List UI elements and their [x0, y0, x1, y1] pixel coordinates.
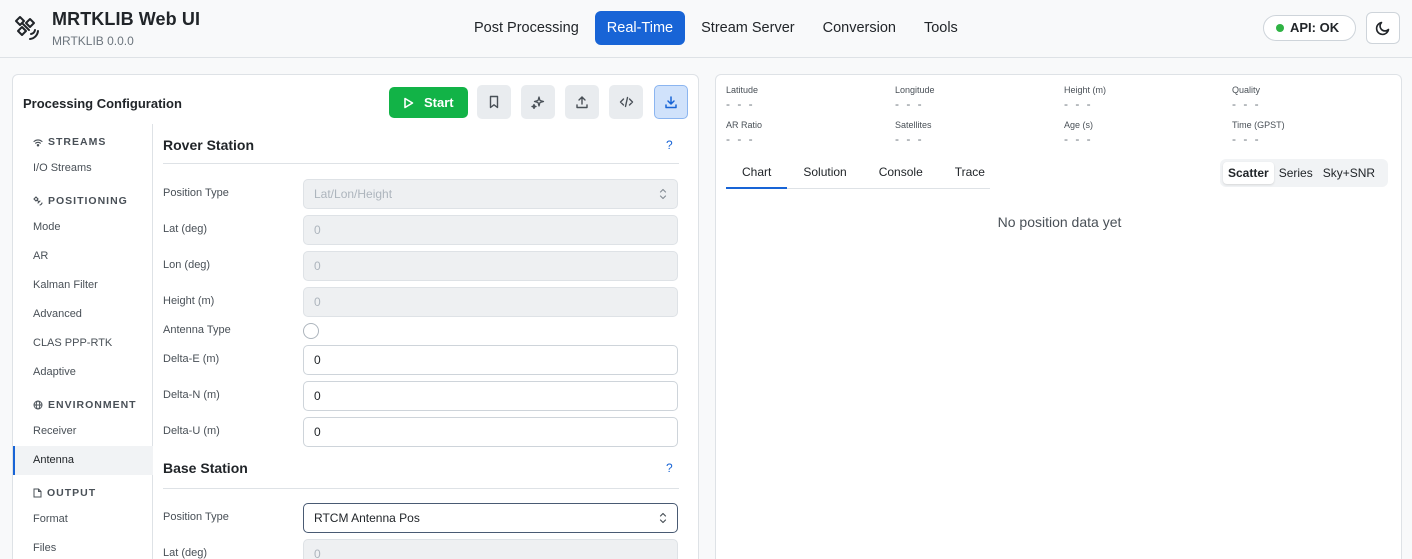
sidebar-item-adaptive[interactable]: Adaptive [13, 358, 153, 387]
download-button[interactable] [654, 85, 688, 119]
config-sidebar: STREAMS I/O Streams POSITIONING Mode AR … [13, 124, 153, 559]
sidebar-item-receiver[interactable]: Receiver [13, 417, 153, 446]
start-button[interactable]: Start [389, 87, 468, 118]
stat-ar-ratio: AR Ratio - - - [726, 120, 763, 146]
nav-stream-server[interactable]: Stream Server [689, 11, 806, 45]
top-header: MRTKLIB Web UI MRTKLIB 0.0.0 Post Proces… [0, 0, 1412, 58]
sidebar-item-ar[interactable]: AR [13, 242, 153, 271]
stat-quality: Quality - - - [1232, 85, 1261, 111]
divider [163, 488, 679, 489]
globe-icon [33, 400, 43, 410]
realtime-monitor-card: Latitude - - - Longitude - - - Height (m… [715, 74, 1402, 559]
rover-height-label: Height (m) [163, 295, 215, 307]
nav-real-time[interactable]: Real-Time [594, 11, 686, 45]
rover-lon-input[interactable]: 0 [303, 251, 678, 281]
stat-age: Age (s) - - - [1064, 120, 1094, 146]
nav-conversion[interactable]: Conversion [811, 11, 908, 45]
sidebar-item-mode[interactable]: Mode [13, 213, 153, 242]
rover-lat-label: Lat (deg) [163, 223, 208, 235]
sidebar-item-kalman-filter[interactable]: Kalman Filter [13, 271, 153, 300]
code-view-button[interactable] [609, 85, 643, 119]
base-lat-input[interactable]: 0 [303, 539, 678, 559]
base-position-type-select[interactable]: RTCM Antenna Pos [303, 503, 678, 533]
view-series[interactable]: Series [1274, 162, 1318, 184]
section-output: OUTPUT [33, 487, 96, 499]
base-position-type-label: Position Type [163, 511, 229, 523]
base-station-title: Base Station [163, 460, 248, 476]
divider [163, 163, 679, 164]
wifi-icon [33, 138, 43, 147]
app-title: MRTKLIB Web UI [52, 9, 201, 29]
delta-n-label: Delta-N (m) [163, 389, 220, 401]
satellite-icon [33, 196, 43, 206]
upload-icon [576, 96, 588, 109]
sidebar-item-files[interactable]: Files [13, 534, 153, 559]
moon-icon [1375, 21, 1390, 36]
card-title: Processing Configuration [23, 96, 182, 111]
rover-lat-input[interactable]: 0 [303, 215, 678, 245]
tab-trace[interactable]: Trace [939, 159, 1001, 189]
tab-solution[interactable]: Solution [787, 159, 862, 189]
auto-config-button[interactable] [521, 85, 555, 119]
chevron-updown-icon [659, 188, 667, 200]
section-streams: STREAMS [33, 136, 106, 148]
bookmark-icon [489, 95, 499, 109]
base-lat-label: Lat (deg) [163, 547, 208, 559]
section-environment: ENVIRONMENT [33, 399, 137, 411]
sparkles-icon [531, 96, 545, 109]
sidebar-item-advanced[interactable]: Advanced [13, 300, 153, 329]
app-version: MRTKLIB 0.0.0 [52, 34, 134, 48]
sidebar-item-format[interactable]: Format [13, 505, 153, 534]
nav-post-processing[interactable]: Post Processing [462, 11, 591, 45]
view-sky-snr[interactable]: Sky+SNR [1318, 162, 1380, 184]
tab-chart[interactable]: Chart [726, 159, 788, 189]
code-icon [619, 96, 633, 108]
stat-longitude: Longitude - - - [895, 85, 935, 111]
section-positioning: POSITIONING [33, 195, 128, 207]
monitor-tabs: Chart Solution Console Trace [726, 159, 990, 189]
rover-lon-label: Lon (deg) [163, 259, 211, 271]
rover-position-type-select[interactable]: Lat/Lon/Height [303, 179, 678, 209]
delta-n-input[interactable]: 0 [303, 381, 678, 411]
view-scatter[interactable]: Scatter [1223, 162, 1274, 184]
processing-config-card: Processing Configuration Start STREAMS I… [12, 74, 699, 559]
stat-satellites: Satellites - - - [895, 120, 932, 146]
empty-chart-message: No position data yet [997, 214, 1122, 230]
main-nav: Post Processing Real-Time Stream Server … [462, 11, 970, 45]
file-icon [33, 488, 42, 498]
stat-time-gpst: Time (GPST) - - - [1232, 120, 1285, 146]
delta-u-input[interactable]: 0 [303, 417, 678, 447]
upload-button[interactable] [565, 85, 599, 119]
sidebar-item-antenna[interactable]: Antenna [13, 446, 153, 475]
start-label: Start [424, 95, 454, 110]
stat-height: Height (m) - - - [1064, 85, 1107, 111]
antenna-type-checkbox[interactable] [303, 323, 319, 339]
chart-view-switch: Scatter Series Sky+SNR [1220, 159, 1388, 187]
theme-toggle-button[interactable] [1366, 12, 1400, 44]
stat-latitude: Latitude - - - [726, 85, 759, 111]
download-icon [665, 96, 677, 109]
base-help-link[interactable]: ? [666, 461, 673, 475]
sidebar-item-io-streams[interactable]: I/O Streams [13, 154, 153, 183]
delta-e-input[interactable]: 0 [303, 345, 678, 375]
rover-position-type-label: Position Type [163, 187, 229, 199]
status-dot-icon [1276, 24, 1284, 32]
satellite-logo-icon [15, 16, 39, 40]
antenna-type-label: Antenna Type [163, 324, 231, 336]
delta-e-label: Delta-E (m) [163, 353, 220, 365]
bookmark-button[interactable] [477, 85, 511, 119]
api-status-label: API: OK [1290, 20, 1340, 35]
rover-help-link[interactable]: ? [666, 138, 673, 152]
rover-height-input[interactable]: 0 [303, 287, 678, 317]
rover-station-title: Rover Station [163, 137, 255, 153]
api-status-badge: API: OK [1263, 15, 1356, 41]
play-icon [404, 97, 414, 108]
chevron-updown-icon [659, 512, 667, 524]
sidebar-item-clas-ppp-rtk[interactable]: CLAS PPP-RTK [13, 329, 153, 358]
delta-u-label: Delta-U (m) [163, 425, 220, 437]
nav-tools[interactable]: Tools [912, 11, 970, 45]
tab-console[interactable]: Console [863, 159, 939, 189]
